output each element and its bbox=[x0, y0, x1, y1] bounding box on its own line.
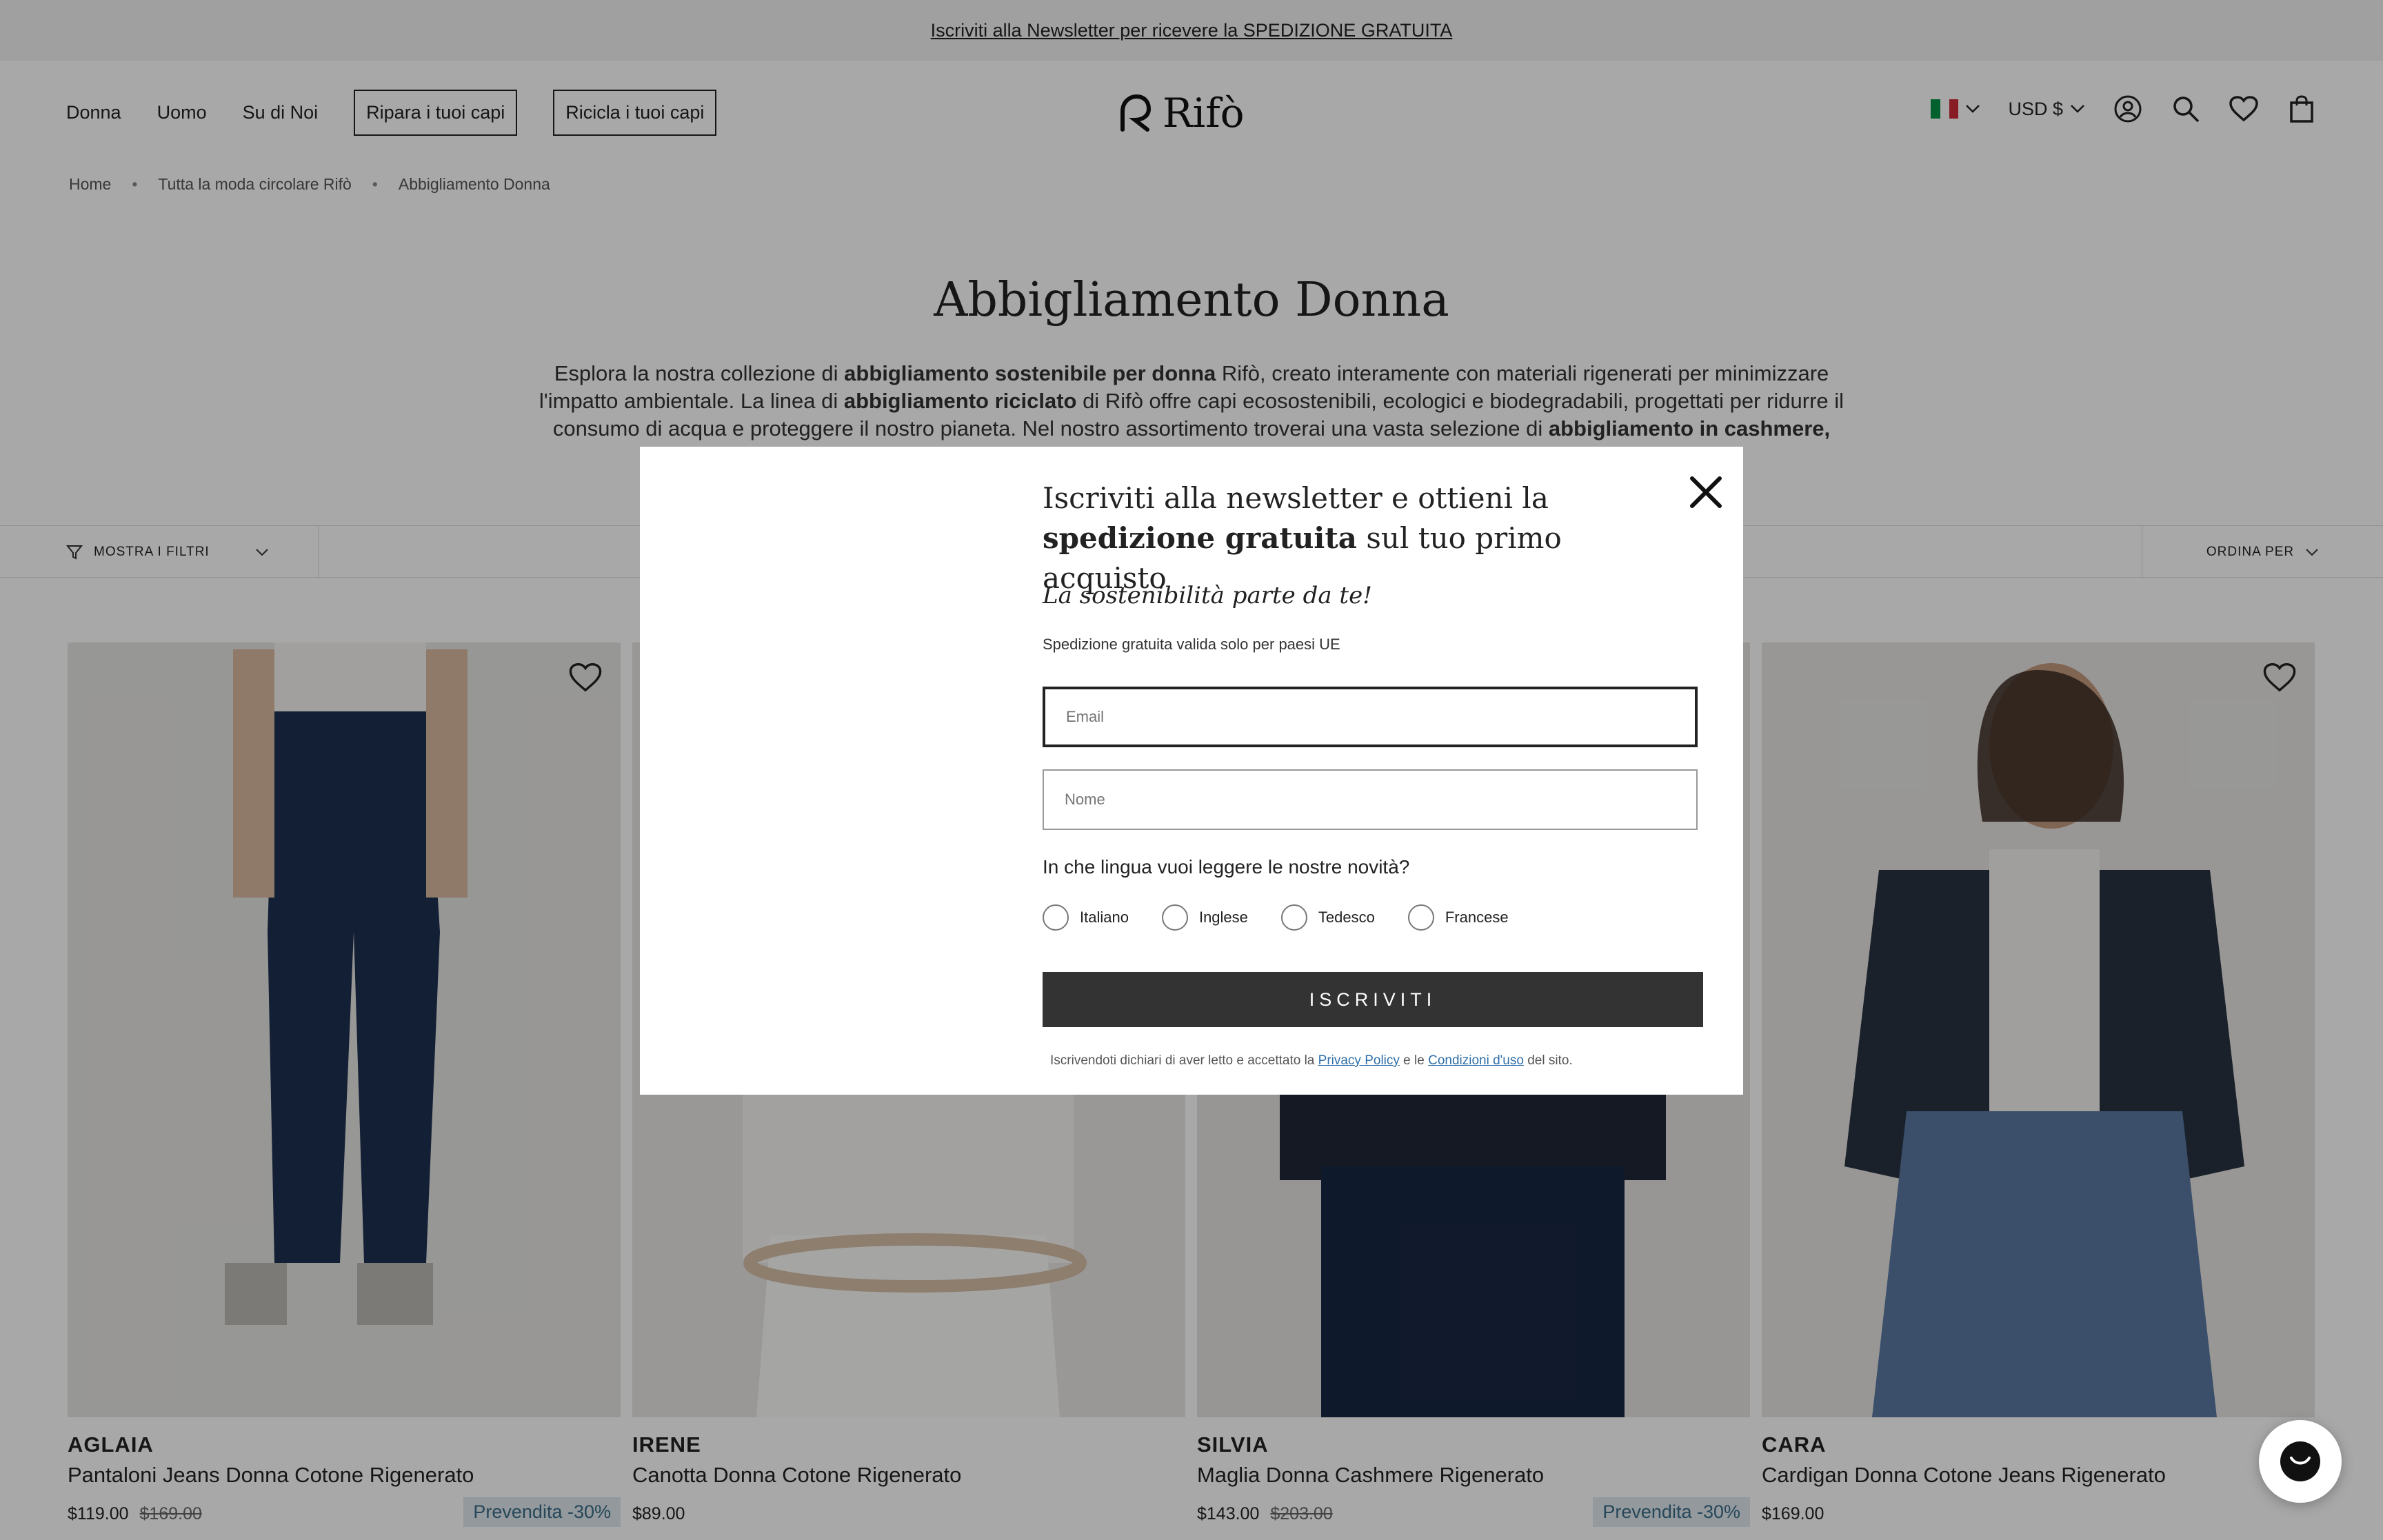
modal-note: Spedizione gratuita valida solo per paes… bbox=[1043, 636, 1340, 653]
modal-image-area bbox=[640, 447, 1040, 1095]
email-field[interactable] bbox=[1043, 687, 1698, 747]
privacy-policy-link[interactable]: Privacy Policy bbox=[1318, 1053, 1400, 1068]
newsletter-modal: Iscriviti alla newsletter e ottieni la s… bbox=[640, 447, 1743, 1095]
terms-link[interactable]: Condizioni d'uso bbox=[1428, 1053, 1524, 1068]
modal-heading-text: Iscriviti alla newsletter e ottieni la bbox=[1043, 481, 1549, 515]
language-option-francese[interactable]: Francese bbox=[1407, 904, 1509, 931]
name-field[interactable] bbox=[1043, 769, 1698, 830]
subscribe-button[interactable]: ISCRIVITI bbox=[1043, 972, 1703, 1027]
chat-widget-button[interactable] bbox=[2259, 1420, 2342, 1503]
language-radio-group: Italiano Inglese Tedesco Francese bbox=[1043, 904, 1509, 931]
modal-heading-bold: spedizione gratuita bbox=[1043, 521, 1357, 555]
language-label: Inglese bbox=[1198, 909, 1248, 926]
language-label: Tedesco bbox=[1318, 909, 1375, 926]
language-label: Francese bbox=[1445, 909, 1509, 926]
language-option-inglese[interactable]: Inglese bbox=[1161, 904, 1248, 931]
radio-circle-icon[interactable] bbox=[1043, 904, 1069, 931]
legal-text-part: del sito. bbox=[1523, 1053, 1573, 1068]
modal-heading: Iscriviti alla newsletter e ottieni la s… bbox=[1043, 478, 1649, 598]
chat-icon bbox=[2280, 1441, 2320, 1481]
legal-text-part: Iscrivendoti dichiari di aver letto e ac… bbox=[1050, 1053, 1318, 1068]
language-option-tedesco[interactable]: Tedesco bbox=[1280, 904, 1375, 931]
language-option-italiano[interactable]: Italiano bbox=[1043, 904, 1129, 931]
legal-text: Iscrivendoti dichiari di aver letto e ac… bbox=[1050, 1053, 1573, 1068]
language-question: In che lingua vuoi leggere le nostre nov… bbox=[1043, 856, 1410, 878]
legal-text-part: e le bbox=[1399, 1053, 1429, 1068]
close-icon[interactable] bbox=[1682, 469, 1729, 516]
radio-circle-icon[interactable] bbox=[1161, 904, 1188, 931]
language-label: Italiano bbox=[1080, 909, 1129, 926]
modal-subheading: La sostenibilità parte da te! bbox=[1043, 582, 1372, 609]
radio-circle-icon[interactable] bbox=[1280, 904, 1307, 931]
radio-circle-icon[interactable] bbox=[1407, 904, 1434, 931]
